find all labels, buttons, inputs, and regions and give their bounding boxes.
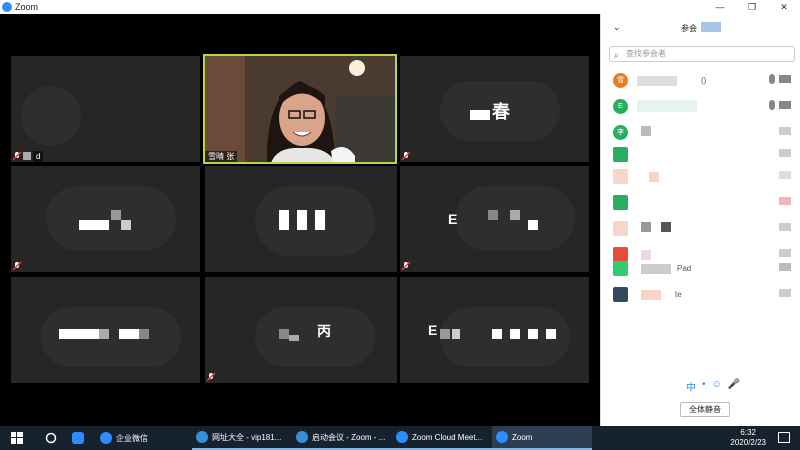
window-title: Zoom [15, 2, 39, 12]
mic-muted-icon [12, 151, 22, 161]
emoji-icon[interactable]: ☺ [712, 379, 722, 394]
participant-row[interactable] [601, 144, 800, 166]
tile-name-label: d [33, 151, 44, 162]
tile-name-label: 雪晴 张 [205, 151, 238, 162]
participant-row[interactable]: Pad [601, 258, 800, 280]
participant-row[interactable] [601, 218, 800, 240]
microphone-icon[interactable]: 🎤 [728, 379, 740, 394]
windows-taskbar: 企业微信 网址大全 - vip181... 启动会议 - Zoom - ... … [0, 426, 800, 450]
video-icon[interactable] [779, 75, 791, 83]
taskbar-browser-zoom[interactable]: 启动会议 - Zoom - ... [292, 426, 392, 450]
video-tile[interactable]: d [11, 56, 200, 162]
wecom-icon [100, 432, 112, 444]
maximize-button[interactable]: ❐ [736, 0, 768, 14]
avatar [613, 169, 628, 184]
search-participants-input[interactable]: ⌕ 查找参会者 [609, 46, 795, 62]
taskbar-wecom[interactable]: 企业微信 [96, 426, 192, 450]
participant-row[interactable]: E [601, 96, 800, 118]
system-clock[interactable]: 6:32 2020/2/23 [730, 428, 766, 448]
cortana-icon [45, 432, 57, 444]
close-button[interactable]: ✕ [768, 0, 800, 14]
title-bar: Zoom — ❐ ✕ [0, 0, 800, 14]
video-gallery: d 雪晴 张 春 E 丙 E [0, 14, 600, 426]
zoom-icon [396, 431, 408, 443]
participant-name: E [428, 322, 438, 338]
video-tile[interactable] [11, 277, 200, 383]
video-tile[interactable]: 春 [400, 56, 589, 162]
browser-icon [196, 431, 208, 443]
panel-title: 参会 [681, 24, 697, 33]
taskbar-zoom[interactable]: Zoom [492, 426, 592, 450]
taskbar-game-app[interactable] [68, 426, 96, 450]
speaker-video [205, 56, 395, 162]
taskbar-zoom-cloud-meetings[interactable]: Zoom Cloud Meet... [392, 426, 492, 450]
app-icon [72, 432, 84, 444]
participant-name: 春 [492, 102, 510, 122]
notification-icon[interactable] [778, 432, 790, 443]
zoom-app-icon [2, 2, 12, 12]
video-tile[interactable]: E [400, 166, 589, 272]
avatar [613, 195, 628, 210]
participant-suffix: Pad [677, 264, 692, 273]
mute-all-button[interactable]: 全体静音 [680, 402, 730, 417]
taskbar-browser[interactable]: 网址大全 - vip181... [192, 426, 292, 450]
windows-start-button[interactable] [0, 426, 34, 450]
avatar: 雪 [613, 73, 628, 88]
avatar [613, 261, 628, 276]
windows-logo-icon [11, 432, 23, 444]
cortana-search-button[interactable] [34, 426, 68, 450]
participant-row[interactable] [601, 166, 800, 188]
participant-row[interactable]: 李 [601, 122, 800, 144]
zoom-icon [496, 431, 508, 443]
ime-chinese-toggle[interactable]: 中 [686, 379, 696, 394]
participant-suffix: () [701, 76, 707, 85]
ime-toolbar[interactable]: 中 • ☺ 🎤 [686, 379, 740, 394]
search-icon: ⌕ [614, 51, 619, 60]
mic-muted-icon [12, 261, 22, 271]
participant-row[interactable] [601, 192, 800, 214]
browser-icon [296, 431, 308, 443]
mic-muted-icon [401, 261, 411, 271]
minimize-button[interactable]: — [704, 0, 736, 14]
participant-name: 丙 [317, 323, 331, 339]
mic-muted-icon [401, 151, 411, 161]
chevron-down-icon[interactable]: ⌄ [613, 22, 621, 33]
participant-suffix: te [675, 290, 682, 299]
participants-panel: ⌄ 参会 ⌕ 查找参会者 雪 () E 李 Pad te [600, 14, 800, 426]
ime-punctuation[interactable]: • [702, 379, 706, 394]
participant-name: E [448, 211, 458, 227]
video-tile[interactable] [11, 166, 200, 272]
video-tile[interactable]: 丙 [205, 277, 397, 383]
mic-muted-icon [206, 372, 216, 382]
video-icon[interactable] [779, 101, 791, 109]
video-tile[interactable]: E [400, 277, 589, 383]
video-tile[interactable] [205, 166, 397, 272]
avatar [613, 147, 628, 162]
participant-row[interactable]: 雪 () [601, 70, 800, 92]
participant-row[interactable]: te [601, 284, 800, 306]
avatar [613, 221, 628, 236]
mic-icon[interactable] [769, 74, 775, 84]
active-speaker-tile[interactable]: 雪晴 张 [203, 54, 397, 164]
avatar: 李 [613, 125, 628, 140]
avatar [613, 287, 628, 302]
mic-icon[interactable] [769, 100, 775, 110]
avatar: E [613, 99, 628, 114]
